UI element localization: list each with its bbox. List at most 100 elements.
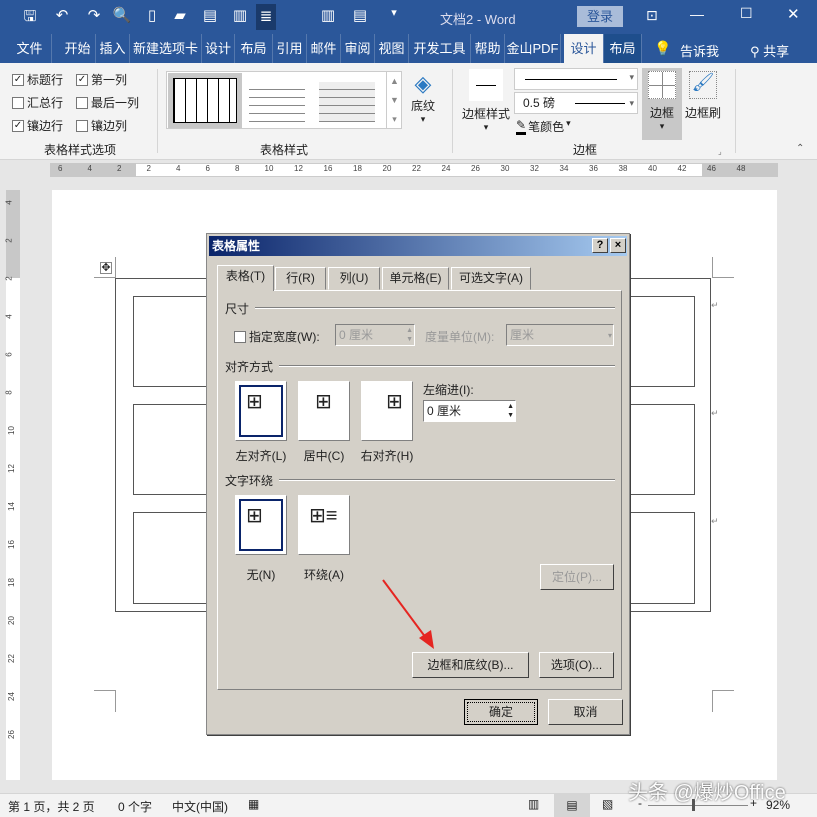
gallery-scroll[interactable]: ▲ ▼ ▾ — [386, 72, 402, 128]
ruler-tick-label: 2 — [4, 238, 14, 243]
table-cell[interactable] — [133, 296, 213, 387]
wrap-around-option[interactable]: ⊞≡ — [298, 495, 350, 555]
language[interactable]: 中文(中国) — [172, 798, 228, 815]
tab-layout[interactable]: 布局 — [235, 34, 273, 63]
tab-table-design[interactable]: 设计 — [564, 34, 604, 63]
align-left-option[interactable]: ⊞ — [235, 381, 287, 441]
ruler-tick-label: 22 — [6, 654, 16, 663]
columns-icon[interactable]: ▥ — [318, 6, 338, 24]
align-center-option[interactable]: ⊞ — [298, 381, 350, 441]
checkbox-first-column[interactable]: ✓ 第一列 — [76, 71, 127, 88]
macro-icon[interactable]: ▦ — [248, 797, 259, 811]
cancel-button[interactable]: 取消 — [548, 699, 623, 725]
print-layout-icon[interactable]: ▤ — [554, 794, 590, 817]
tab-help[interactable]: 帮助 — [471, 34, 505, 63]
tab-pdf[interactable]: 金山PDF — [505, 34, 561, 63]
tab-references[interactable]: 引用 — [273, 34, 307, 63]
tab-column[interactable]: 列(U) — [328, 267, 380, 290]
tab-alt-text[interactable]: 可选文字(A) — [451, 267, 531, 290]
width-input[interactable]: 0 厘米 ▲ ▼ — [335, 324, 415, 346]
collapse-ribbon-icon[interactable]: ⌃ — [796, 143, 804, 154]
ruler-tick-label: 24 — [441, 164, 451, 173]
tab-table-layout[interactable]: 布局 — [604, 34, 642, 63]
label: 镶边行 — [27, 119, 64, 133]
login-button[interactable]: 登录 — [577, 6, 623, 27]
tab-mailings[interactable]: 邮件 — [307, 34, 341, 63]
align-center-label: 居中(C) — [303, 449, 345, 463]
measure-select[interactable]: 厘米 ▾ — [506, 324, 614, 346]
shading-button[interactable]: ◈ 底纹 ▾ — [405, 71, 441, 141]
ok-button[interactable]: 确定 — [464, 699, 538, 725]
table-cell[interactable] — [133, 512, 213, 604]
tab-row[interactable]: 行(R) — [275, 267, 326, 290]
vertical-ruler[interactable]: 4 2 2 4 6 8 10 12 14 16 18 20 22 24 26 — [4, 190, 20, 780]
save-icon[interactable]: 🖫 — [20, 6, 40, 31]
borders-shading-button[interactable]: 边框和底纹(B)... — [412, 652, 529, 678]
tab-file[interactable]: 文件 — [8, 34, 52, 63]
chevron-down-icon[interactable]: ▾ — [608, 326, 612, 346]
border-styles-button[interactable]: 边框样式 ▾ — [460, 69, 512, 139]
dialog-launcher-icon[interactable]: ⌟ — [718, 147, 722, 156]
table-style-plain[interactable] — [168, 73, 242, 128]
positioning-button[interactable]: 定位(P)... — [540, 564, 614, 590]
tab-new[interactable]: 新建选项卡 — [130, 34, 202, 63]
close-icon[interactable]: ✕ — [787, 5, 800, 23]
horizontal-ruler[interactable]: 6 4 2 2 4 6 8 10 12 16 18 20 22 24 26 30 32 34 36 38 40 42 46 4… — [0, 160, 817, 180]
dialog-title-bar[interactable]: 表格属性 ? × — [209, 236, 627, 256]
pen-color-button[interactable]: ✎ 笔颜色 ▾ — [516, 118, 571, 135]
wrap-none-option[interactable]: ⊞ — [235, 495, 287, 555]
tab-review[interactable]: 审阅 — [341, 34, 375, 63]
print-preview-icon[interactable]: 🔍 — [112, 6, 132, 24]
checkbox-total-row[interactable]: 汇总行 — [12, 94, 63, 111]
borders-button[interactable]: 边框 ▾ — [642, 68, 682, 140]
tell-me[interactable]: 告诉我 — [680, 41, 719, 60]
tab-design[interactable]: 设计 — [202, 34, 235, 63]
preferred-width-checkbox[interactable]: 指定宽度(W): — [234, 328, 320, 345]
tab-table[interactable]: 表格(T) — [217, 265, 274, 291]
paste-icon[interactable]: ▤ — [200, 6, 220, 24]
undo-icon[interactable]: ↶ — [52, 6, 72, 24]
checkbox-last-column[interactable]: 最后一列 — [76, 94, 139, 111]
minimize-icon[interactable]: — — [690, 6, 704, 22]
redo-icon[interactable]: ↷ — [84, 6, 104, 24]
border-painter-button[interactable]: 🖌 边框刷 — [683, 68, 723, 128]
table-cell[interactable] — [133, 404, 213, 495]
page-icon[interactable]: ▥ — [230, 6, 250, 24]
read-mode-icon[interactable]: ▥ — [528, 797, 539, 811]
tab-cell[interactable]: 单元格(E) — [382, 267, 449, 290]
open-icon[interactable]: ▰ — [170, 6, 190, 24]
share-button[interactable]: ⚲ 共享 — [750, 41, 789, 60]
page-count[interactable]: 第 1 页，共 2 页 — [8, 798, 95, 815]
clipboard-icon[interactable]: ▤ — [350, 6, 370, 24]
new-doc-icon[interactable]: ▯ — [142, 6, 162, 24]
word-count[interactable]: 0 个字 — [118, 798, 152, 815]
table-style-grid-shaded[interactable] — [319, 82, 375, 122]
read-mode-icon[interactable]: ≣ — [256, 4, 276, 30]
tab-developer[interactable]: 开发工具 — [409, 34, 471, 63]
ruler-tick-label: 4 — [176, 164, 181, 173]
spinner-icon[interactable]: ▲ ▼ — [406, 326, 413, 344]
help-button[interactable]: ? — [592, 238, 608, 253]
checkbox-banded-rows[interactable]: ✓ 镶边行 — [12, 117, 63, 134]
dialog-close-button[interactable]: × — [610, 238, 626, 253]
spinner-icon[interactable]: ▲ ▼ — [507, 402, 514, 420]
left-indent-input[interactable]: 0 厘米 ▲ ▼ — [423, 400, 516, 422]
ribbon-display-icon[interactable]: ⊡ — [646, 7, 658, 24]
line-style-dropdown[interactable]: ▾ — [514, 68, 638, 90]
tab-insert[interactable]: 插入 — [96, 34, 130, 63]
table-styles-gallery[interactable]: ▲ ▼ ▾ — [166, 71, 402, 129]
checkbox-header-row[interactable]: ✓ 标题行 — [12, 71, 63, 88]
alignment-section-label: 对齐方式 — [225, 360, 274, 374]
web-layout-icon[interactable]: ▧ — [602, 797, 613, 811]
maximize-icon[interactable]: ☐ — [740, 5, 753, 22]
customize-icon[interactable]: ▾ — [384, 6, 404, 19]
options-button[interactable]: 选项(O)... — [539, 652, 614, 678]
ruler-tick-label: 26 — [6, 730, 16, 739]
tab-home[interactable]: 开始 — [60, 34, 96, 63]
line-weight-dropdown[interactable]: 0.5 磅 ▾ — [514, 92, 638, 114]
table-style-grid-light[interactable] — [249, 82, 305, 122]
align-right-option[interactable]: ⊞ — [361, 381, 413, 441]
tab-view[interactable]: 视图 — [375, 34, 409, 63]
label: 边框样式 — [461, 107, 510, 121]
checkbox-banded-columns[interactable]: 镶边列 — [76, 117, 127, 134]
